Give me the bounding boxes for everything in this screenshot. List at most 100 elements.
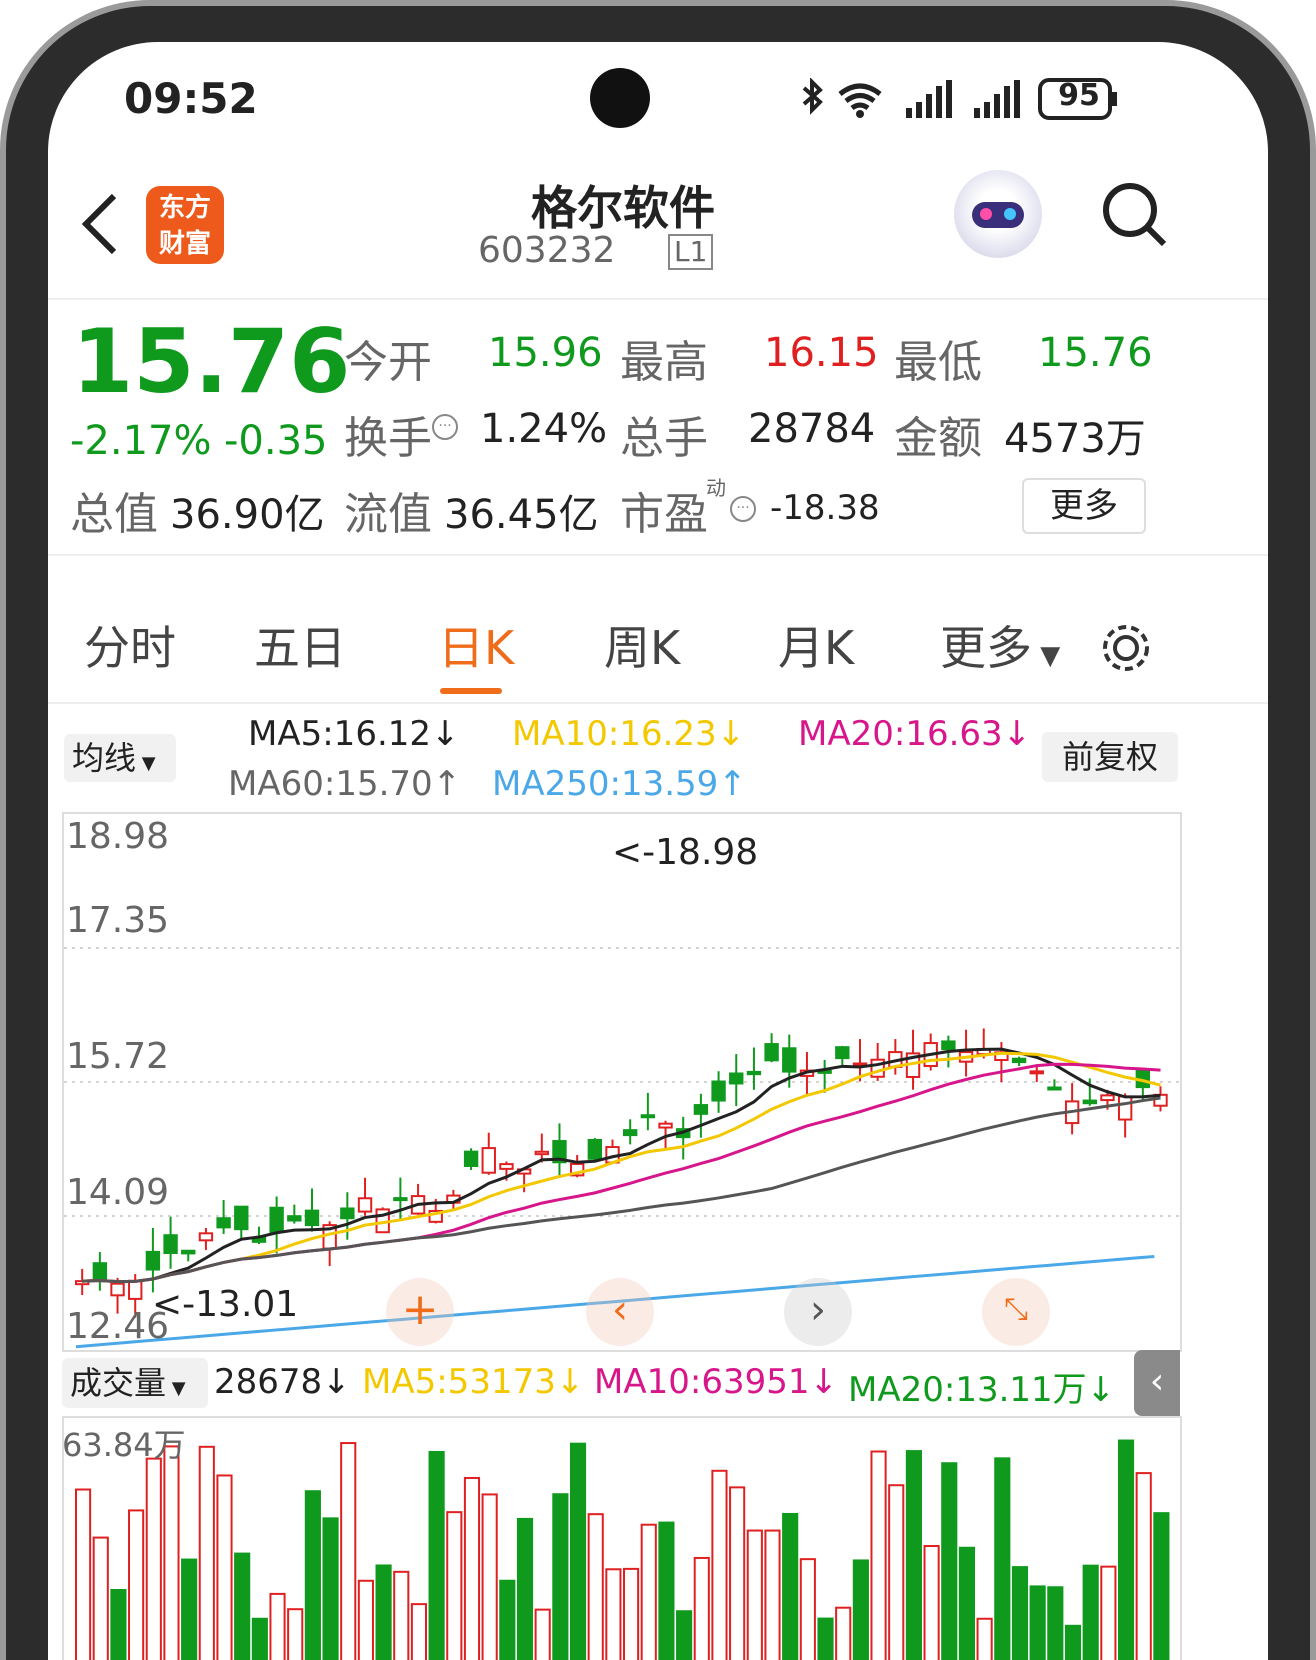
volume-bar [1064,1624,1082,1660]
candle-body [1117,1095,1133,1121]
change-amount: -0.35 [224,418,328,464]
candle-body [163,1234,178,1254]
candle-body [623,1129,638,1137]
candle-body [234,1205,249,1231]
volume-bar [375,1564,392,1660]
volume-bar [322,1517,339,1660]
adjust-price-button[interactable]: 前复权 [1042,732,1178,782]
volume-bar [75,1488,92,1660]
divider [48,298,1268,300]
pe-label: 市盈 [620,489,708,540]
float-value: 36.45亿 [444,492,599,538]
change-percent: -2.17% [70,418,212,464]
volume-bar [764,1529,781,1660]
tab-weekly-k[interactable]: 周K [604,612,680,678]
collapse-panel-icon[interactable]: ‹ [1134,1350,1180,1416]
candle-body [198,1232,214,1242]
ma-selector[interactable]: 均线 ▼ [64,734,176,782]
max-price-note: <-18.98 [612,832,759,873]
high-label: 最高 [620,337,708,388]
signal-icon-2 [974,80,1020,118]
amount-label: 金额 [894,413,982,464]
ma10-line [82,1051,1161,1284]
ma60-line [82,1096,1161,1284]
ma250-legend: MA250:13.59↑ [492,764,747,804]
volume-bar [693,1556,710,1660]
vol-ma10: MA10:63951↓ [594,1362,838,1402]
robot-assistant-icon[interactable] [954,170,1042,258]
candle-body [393,1197,408,1202]
collapse-icon[interactable]: ⤡ [982,1278,1050,1346]
candle-body [304,1209,320,1227]
scroll-left-button[interactable]: ‹ [586,1278,654,1346]
high-value: 16.15 [764,330,879,376]
info-icon[interactable]: ··· [730,496,756,522]
volume-chart[interactable] [62,1416,1182,1660]
search-icon[interactable] [1100,180,1170,250]
volume-bar [605,1568,622,1660]
candle-body [499,1163,514,1170]
volume-bar [1100,1565,1117,1660]
volume-bar [676,1610,693,1660]
divider [48,554,1268,556]
kline-chart[interactable] [62,812,1182,1352]
candle-body [764,1043,779,1062]
stock-code: 603232 [478,230,616,271]
candle-body [357,1197,373,1213]
volume-bar [269,1592,286,1660]
volume-bar [958,1546,976,1660]
candle-body [145,1250,161,1271]
volume-bar [1011,1566,1029,1660]
scroll-right-button[interactable]: › [784,1278,852,1346]
candle-body [110,1282,125,1297]
volume-bar [428,1450,445,1660]
candle-body [835,1046,850,1060]
ma10-legend: MA10:16.23↓ [512,714,746,754]
tab-intraday[interactable]: 分时 [84,612,176,678]
volume-bar [888,1484,905,1660]
candle-body [92,1262,108,1281]
candle-body [216,1217,231,1229]
volume-bar [181,1558,198,1660]
volume-value: 28784 [748,406,876,452]
mktcap-label: 总值 [70,489,158,540]
volume-bar [799,1558,816,1660]
volume-bar [658,1521,675,1660]
volume-bar [923,1545,940,1660]
tab-monthly-k[interactable]: 月K [778,612,854,678]
volume-bar [905,1450,922,1660]
candle-body [711,1080,726,1102]
back-icon[interactable] [78,192,122,256]
float-label: 流值 [344,489,432,540]
tab-daily-k[interactable]: 日K [438,612,514,678]
vol-ma5: MA5:53173↓ [362,1362,585,1402]
tab-more[interactable]: 更多 ▼ [940,612,1060,678]
y-label-3: 15.72 [66,1036,170,1077]
tab-five-day[interactable]: 五日 [254,612,346,678]
last-price: 15.76 [72,310,351,413]
indicator-selector[interactable]: 成交量 ▼ [62,1358,208,1408]
ma20-legend: MA20:16.63↓ [798,714,1032,754]
candle-body [729,1072,744,1085]
volume-bar [782,1512,799,1660]
active-tab-indicator [440,688,502,694]
ma-selector-label: 均线 [72,739,137,777]
signal-icon-1 [906,80,952,118]
volume-bar [340,1442,357,1660]
pe-superscript: 动 [706,476,726,500]
zoom-in-button[interactable]: + [386,1278,454,1346]
bluetooth-icon [802,78,823,115]
volume-svg [75,1439,1170,1660]
volume-bar [976,1617,993,1660]
volume-bar [393,1570,410,1660]
candle-body [340,1207,355,1220]
low-label: 最低 [894,337,982,388]
settings-gear-icon[interactable] [1098,620,1154,676]
more-quote-button[interactable]: 更多 [1022,478,1146,534]
logo-line1: 东方 [158,193,211,223]
volume-bar [623,1567,640,1660]
candle-body [269,1206,284,1233]
info-icon[interactable]: ··· [432,414,458,440]
volume-bar [852,1559,869,1660]
dropdown-caret-icon: ▼ [136,753,156,774]
